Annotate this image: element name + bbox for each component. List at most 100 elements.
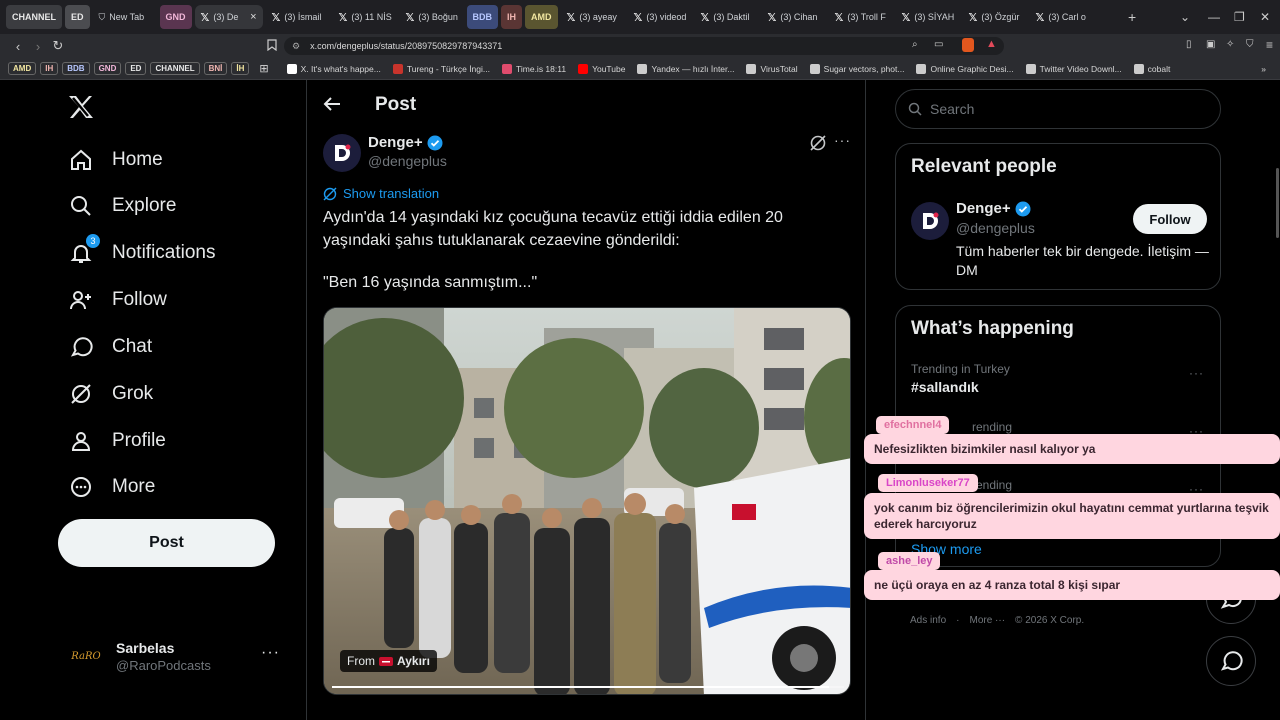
menu-icon[interactable]: ≡ <box>1266 38 1273 52</box>
trend-item[interactable]: rending <box>972 478 1012 492</box>
nav-item-profile[interactable]: Profile <box>68 421 166 461</box>
grok-icon[interactable] <box>809 134 827 157</box>
author-name[interactable]: Denge+ <box>368 134 443 151</box>
trend-item[interactable]: rending <box>972 420 1012 434</box>
browser-tab[interactable]: 𝕏 (3) Özgür <box>963 5 1027 29</box>
browser-tab[interactable]: ED <box>65 5 90 29</box>
browser-tab[interactable]: 𝕏 (3) 11 NİS <box>333 5 397 29</box>
browser-tab[interactable]: ⛉ New Tab <box>93 5 157 29</box>
footer-ads-info[interactable]: Ads info <box>910 615 946 626</box>
x-logo-icon[interactable] <box>68 94 94 126</box>
browser-tab[interactable]: CHANNEL <box>6 5 62 29</box>
author-avatar[interactable] <box>323 134 361 172</box>
bookmark-link[interactable]: YouTube <box>578 63 625 74</box>
account-switcher[interactable]: RaRO Sarbelas @RaroPodcasts ··· <box>68 634 288 678</box>
browser-tab[interactable]: 𝕏 (3) SİYAH <box>896 5 960 29</box>
bookmark-icon[interactable] <box>262 38 282 54</box>
bookmark-folder-pill[interactable]: BNİ <box>203 62 228 75</box>
minimize-button[interactable]: — <box>1208 0 1220 34</box>
x-favicon-icon: 𝕏 <box>834 11 844 24</box>
close-tab-icon[interactable]: × <box>250 11 256 23</box>
url-field[interactable]: ⚙ x.com/dengeplus/status/208975082978794… <box>284 37 1004 55</box>
bookmarks-overflow-icon[interactable]: » <box>1261 64 1266 74</box>
brave-shield-icon[interactable] <box>962 38 974 52</box>
account-more-icon[interactable]: ··· <box>261 644 280 662</box>
post-more-icon[interactable]: ··· <box>834 132 851 148</box>
bookmark-folder-pill[interactable]: CHANNEL <box>150 62 200 75</box>
page-scrollbar[interactable] <box>1274 82 1280 720</box>
show-translation-link[interactable]: Show translation <box>323 186 439 201</box>
bookmark-folder-pill[interactable]: İH <box>231 62 250 75</box>
reload-icon[interactable]: ↻ <box>48 38 68 54</box>
browser-tab[interactable]: BDB <box>466 5 499 29</box>
footer-more[interactable]: More ··· <box>969 615 1005 626</box>
browser-tab[interactable]: 𝕏 (3) Troll F <box>829 5 893 29</box>
brave-rewards-icon[interactable]: ▲ <box>986 38 997 50</box>
browser-tab[interactable]: 𝕏 (3) videod <box>628 5 692 29</box>
back-arrow-icon[interactable] <box>323 96 341 117</box>
scrollbar-thumb[interactable] <box>1276 168 1279 238</box>
cast-icon[interactable]: ▭ <box>934 39 943 50</box>
bookmark-link[interactable]: cobalt <box>1133 63 1170 74</box>
bookmark-link[interactable]: Twitter Video Downl... <box>1025 63 1122 74</box>
bookmark-folder-pill[interactable]: ED <box>125 62 147 75</box>
bookmark-link[interactable]: VirusTotal <box>746 63 798 74</box>
new-tab-button[interactable]: + <box>1128 0 1136 34</box>
post-video[interactable]: From Aykırı <box>323 307 851 695</box>
close-window-button[interactable]: ✕ <box>1260 0 1270 34</box>
nav-item-home[interactable]: Home <box>68 140 163 180</box>
follow-button[interactable]: Follow <box>1133 204 1207 234</box>
nav-item-explore[interactable]: Explore <box>68 186 176 226</box>
tab-label: BDB <box>472 12 493 22</box>
zoom-icon[interactable]: ⌕ <box>912 39 918 50</box>
bookmark-link[interactable]: Yandex — hızlı İnter... <box>637 63 735 74</box>
restore-button[interactable]: ❐ <box>1234 0 1245 34</box>
media-source-badge[interactable]: From Aykırı <box>340 650 437 672</box>
vpn-icon[interactable]: ⛉ <box>1246 39 1254 50</box>
video-progress-bar[interactable] <box>332 686 844 688</box>
search-box[interactable]: Search <box>895 89 1221 129</box>
browser-tab[interactable]: 𝕏 (3) İsmail <box>266 5 330 29</box>
bookmark-folder-pill[interactable]: BDB <box>62 62 90 75</box>
browser-tab[interactable]: IH <box>501 5 523 29</box>
relevant-person-handle[interactable]: @dengeplus <box>956 220 1035 236</box>
trend-more-icon[interactable]: ··· <box>1189 366 1204 380</box>
bookmark-link[interactable]: Tureng - Türkçe İngi... <box>392 63 490 74</box>
bookmark-label: Yandex — hızlı İnter... <box>651 63 735 74</box>
author-handle[interactable]: @dengeplus <box>368 153 447 169</box>
bookmark-link[interactable]: Time.is 18:11 <box>502 63 566 74</box>
nav-item-chat[interactable]: Chat <box>68 327 152 367</box>
nav-item-follow[interactable]: Follow <box>68 280 167 320</box>
nav-item-grok[interactable]: Grok <box>68 374 153 414</box>
browser-tab[interactable]: 𝕏 (3) ayeay <box>561 5 625 29</box>
nav-item-more[interactable]: More <box>68 467 155 507</box>
tab-list-chevron-icon[interactable]: ⌄ <box>1180 0 1190 34</box>
bookmark-folder-pill[interactable]: GND <box>93 62 122 75</box>
bookmark-link[interactable]: X. It's what's happe... <box>286 63 381 74</box>
bookmark-link[interactable]: Sugar vectors, phot... <box>809 63 904 74</box>
bell-icon: 3 <box>68 234 100 266</box>
relevant-person-name[interactable]: Denge+ <box>956 200 1031 217</box>
browser-tab[interactable]: AMD <box>525 5 558 29</box>
sidebar-toggle-icon[interactable]: ▯ <box>1186 39 1192 50</box>
browser-tab[interactable]: 𝕏 (3) Carl o <box>1030 5 1094 29</box>
apps-grid-icon[interactable]: ⊞ <box>259 62 268 75</box>
browser-tab[interactable]: 𝕏 (3) Boğun <box>400 5 464 29</box>
forward-nav-icon[interactable]: › <box>28 39 48 54</box>
browser-tab[interactable]: 𝕏 (3) Cihan <box>762 5 826 29</box>
post-button[interactable]: Post <box>58 519 275 567</box>
browser-tab[interactable]: GND <box>159 5 192 29</box>
nav-item-notifications[interactable]: 3 Notifications <box>68 233 216 273</box>
leo-ai-icon[interactable]: ✧ <box>1226 39 1234 50</box>
relevant-person-avatar[interactable] <box>911 202 949 240</box>
bookmark-folder-pill[interactable]: AMD <box>8 62 37 75</box>
wallet-icon[interactable]: ▣ <box>1206 39 1215 50</box>
back-nav-icon[interactable]: ‹ <box>8 39 28 54</box>
site-info-icon[interactable]: ⚙ <box>292 41 300 52</box>
bookmark-folder-pill[interactable]: IH <box>40 62 59 75</box>
browser-tab[interactable]: 𝕏 (3) De × <box>194 5 263 29</box>
browser-tab[interactable]: 𝕏 (3) Daktil <box>695 5 759 29</box>
chat-fab-button[interactable] <box>1206 636 1256 686</box>
trend-item[interactable]: Trending in Turkey #sallandık <box>911 362 1010 395</box>
bookmark-link[interactable]: Online Graphic Desi... <box>916 63 1014 74</box>
